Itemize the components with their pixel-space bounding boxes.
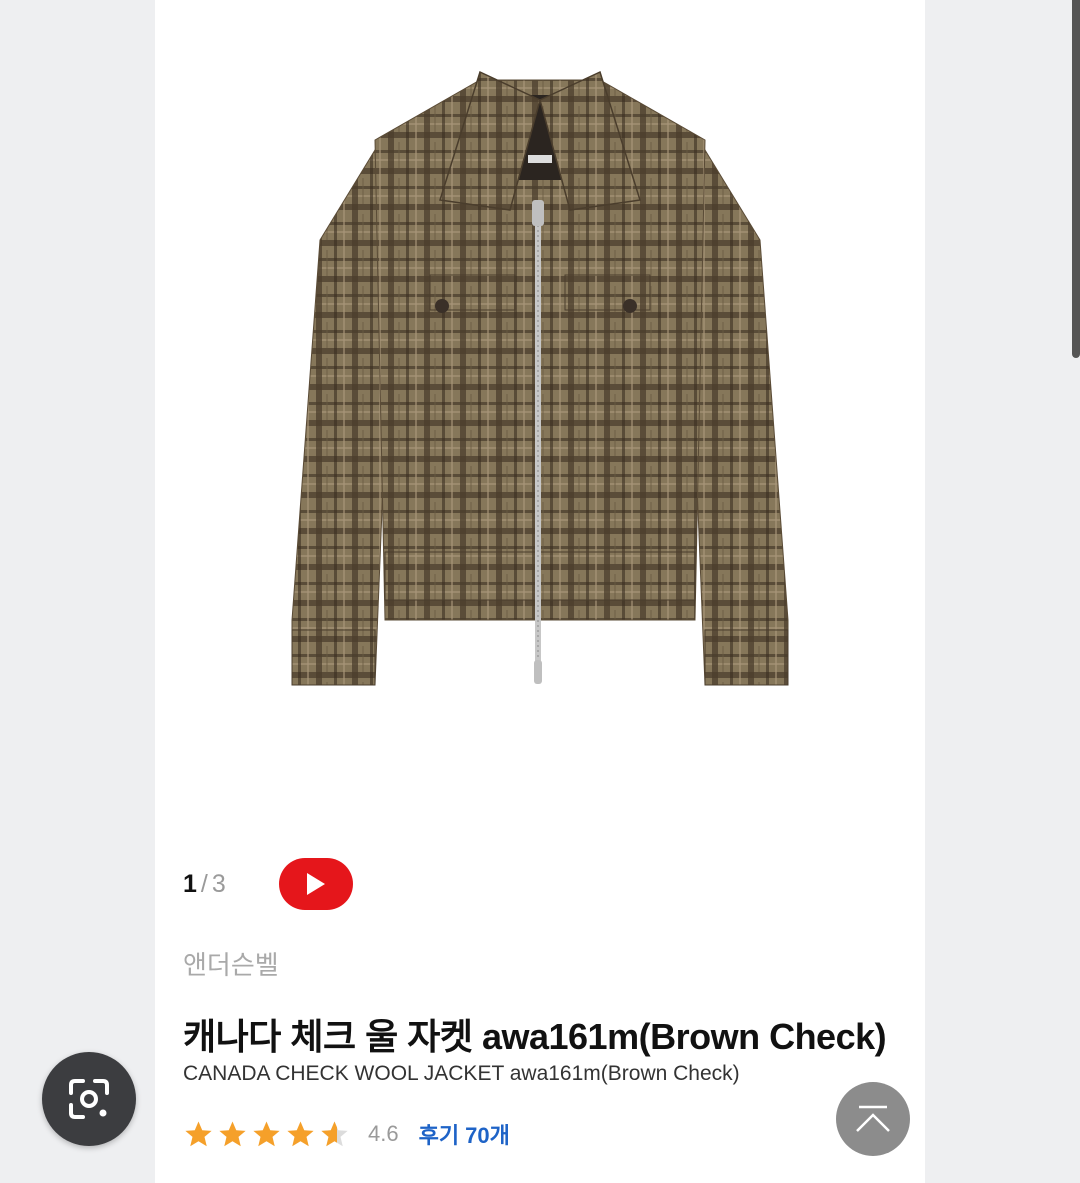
product-title-korean: 캐나다 체크 울 자켓 awa161m(Brown Check) [183,1016,887,1057]
star-icon-partial [321,1121,348,1147]
rating-row: 4.6 후기 70개 [183,1118,510,1150]
scrollbar[interactable] [1072,0,1080,358]
pager-total: 3 [211,870,226,898]
star-icon-full [185,1121,212,1147]
star-icon-full [253,1121,280,1147]
star-rating [183,1119,350,1149]
scroll-top-icon [856,1105,890,1132]
star-icon-full [219,1121,246,1147]
product-image[interactable] [280,60,800,700]
google-lens-icon [69,1079,109,1119]
brand-name[interactable]: 앤더슨벨 [183,945,279,982]
star-icon-full [287,1121,314,1147]
rating-score: 4.6 [368,1121,399,1146]
video-play-button[interactable] [279,858,353,910]
pager-separator: / [200,870,208,898]
scroll-top-button[interactable] [836,1082,910,1156]
play-icon [307,873,325,895]
google-lens-button[interactable] [42,1052,136,1146]
pager-current: 1 [183,870,197,898]
image-pager: 1 / 3 [183,870,226,899]
review-count-link[interactable]: 후기 70개 [419,1118,510,1150]
product-title-english: CANADA CHECK WOOL JACKET awa161m(Brown C… [183,1062,740,1085]
